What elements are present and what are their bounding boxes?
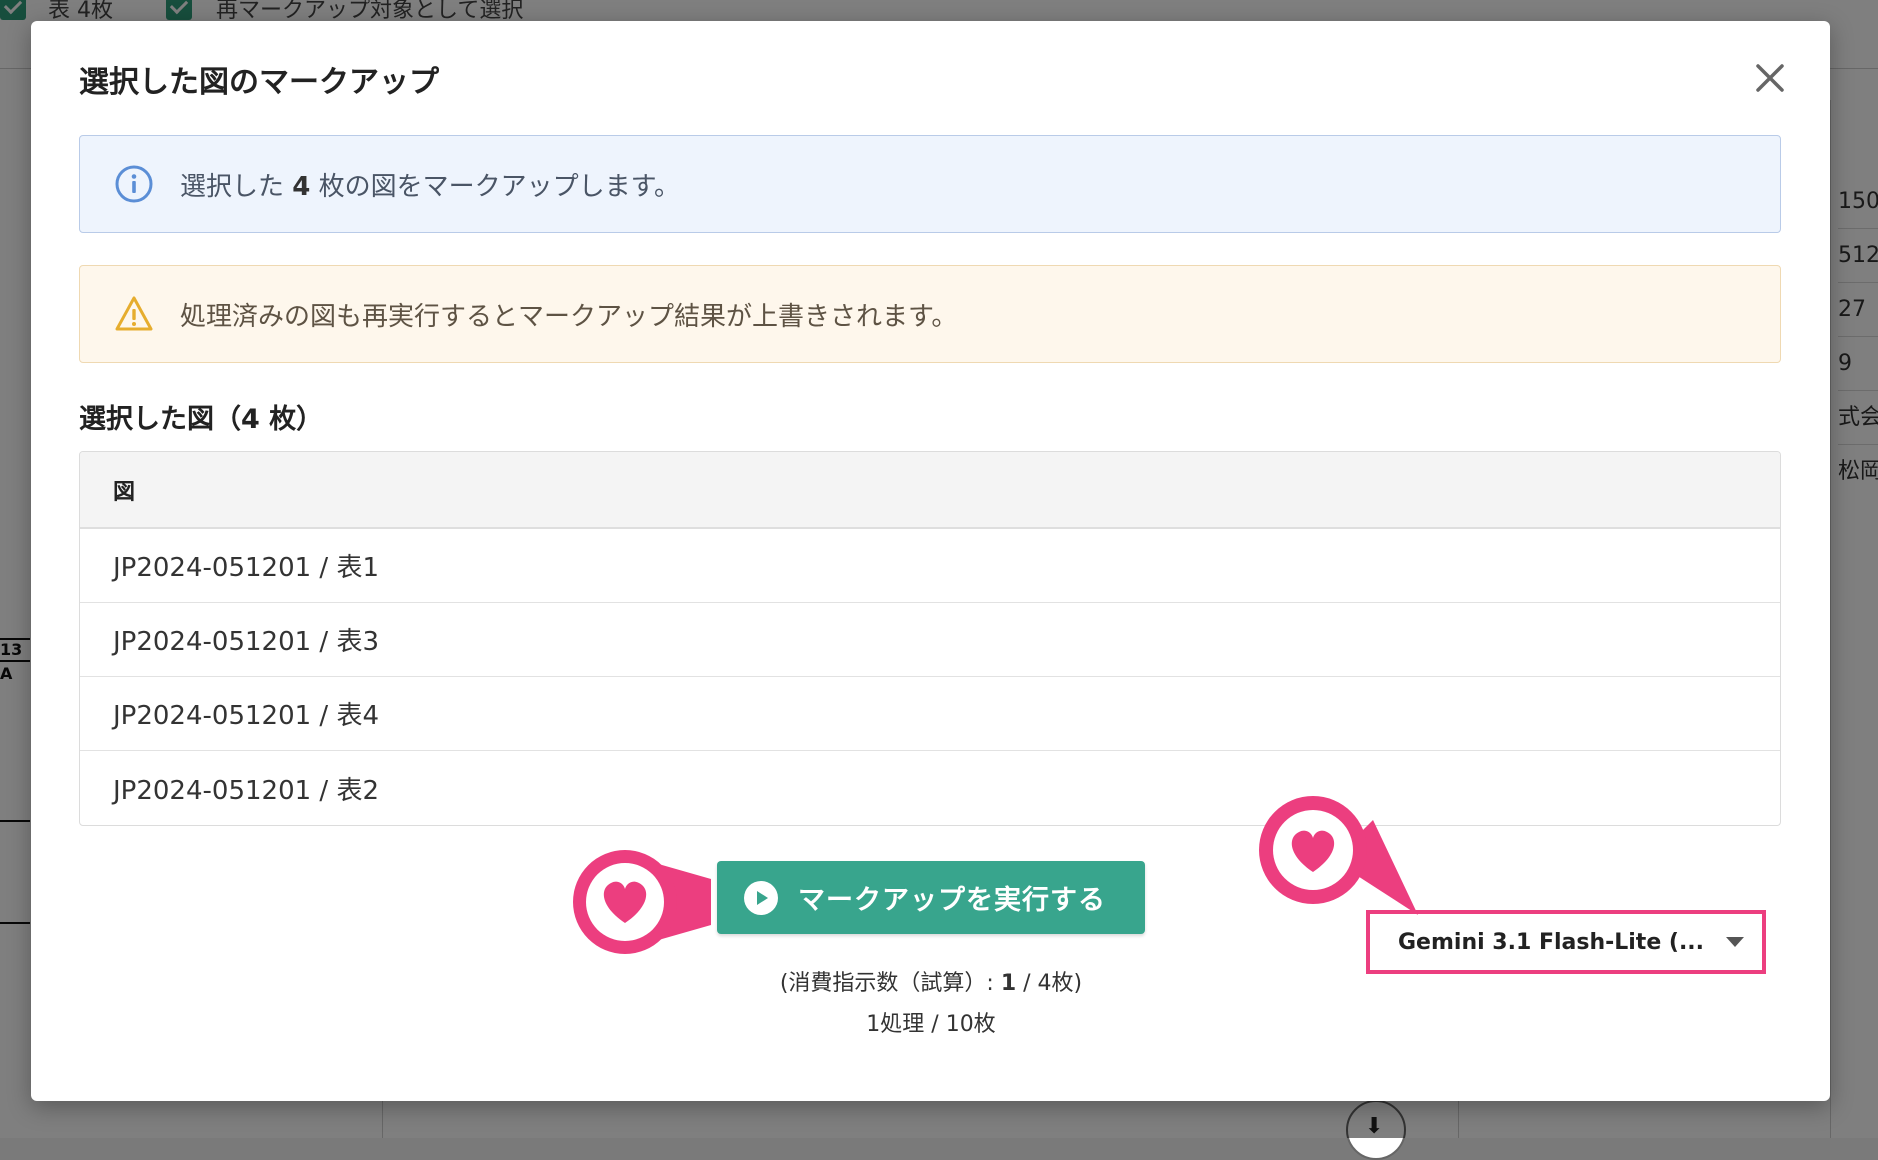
table-row: JP2024-051201 / 表3 [80,603,1780,677]
info-text-prefix: 選択した [180,171,293,202]
info-message: 選択した 4 枚の図をマークアップします。 [180,166,680,203]
warning-message: 処理済みの図も再実行するとマークアップ結果が上書きされます。 [180,301,958,332]
execute-button-label: マークアップを実行する [798,885,1106,916]
processing-rate: 1処理 / 10枚 [866,1012,996,1037]
info-alert: 選択した 4 枚の図をマークアップします。 [79,135,1781,233]
heart-pin-icon [571,847,721,957]
figure-table: 図 JP2024-051201 / 表1 JP2024-051201 / 表3 … [79,451,1781,826]
section-title: 選択した図（4 枚） [79,404,324,435]
consumption-value: 1 [1000,971,1017,996]
table-header: 図 [80,452,1780,529]
consumption-prefix: (消費指示数（試算）: [779,971,1001,996]
close-icon [1756,64,1784,92]
modal-title: 選択した図のマークアップ [79,65,439,100]
info-icon [114,164,154,204]
chevron-down-icon [1726,937,1745,947]
table-row: JP2024-051201 / 表2 [113,775,379,806]
heart-pin-icon [1253,790,1423,940]
table-row: JP2024-051201 / 表1 [80,529,1780,603]
consumption-estimate: (消費指示数（試算）: 1 / 4枚) [717,965,1145,997]
table-row: JP2024-051201 / 表4 [80,677,1780,751]
warning-icon [114,294,154,334]
consumption-suffix: / 4枚) [1016,971,1083,996]
play-icon [744,880,778,915]
warning-alert: 処理済みの図も再実行するとマークアップ結果が上書きされます。 [79,265,1781,363]
info-text-suffix: 枚の図をマークアップします。 [310,171,681,202]
markup-modal: 選択した図のマークアップ 選択した 4 枚の図をマークアップします。 処理済みの… [31,21,1830,1101]
execute-markup-button[interactable]: マークアップを実行する [717,861,1145,934]
model-select-value: Gemini 3.1 Flash-Lite (... [1398,929,1705,955]
model-select[interactable]: Gemini 3.1 Flash-Lite (... [1366,910,1766,974]
close-button[interactable] [1749,57,1791,99]
info-count: 4 [292,171,311,202]
